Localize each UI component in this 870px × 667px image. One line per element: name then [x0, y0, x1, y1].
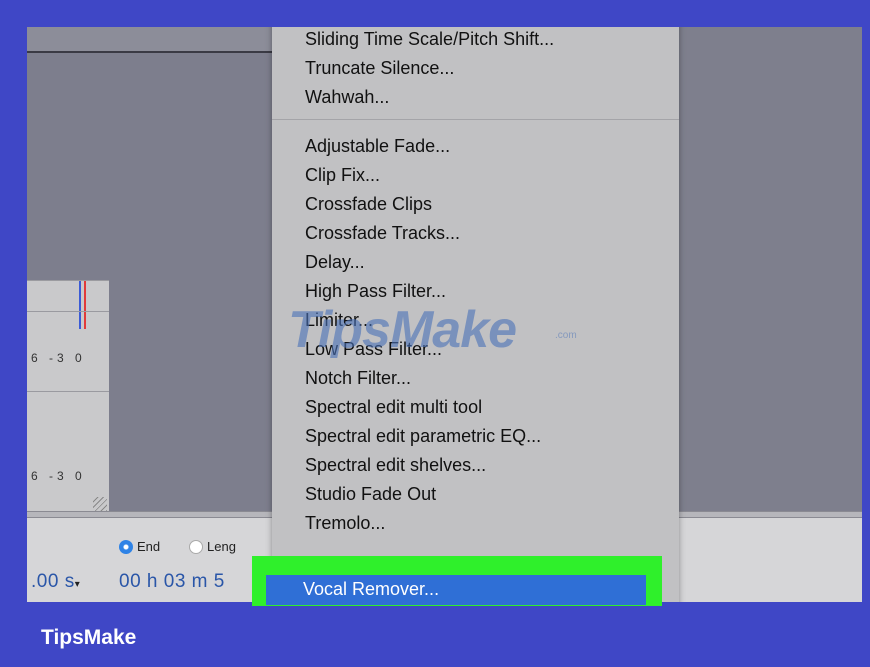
tipsmake-frame: 6 -3 0 6 -3 0 End Leng .00 s▾ 00 h 03 m … [0, 0, 870, 667]
menu-item-delay[interactable]: Delay... [305, 252, 365, 273]
vocal-remover-label: Vocal Remover... [303, 579, 440, 599]
menu-item-spectral-edit-shelves[interactable]: Spectral edit shelves... [305, 455, 486, 476]
menu-item-spectral-edit-multi-tool[interactable]: Spectral edit multi tool [305, 397, 482, 418]
length-radio-label: Leng [207, 539, 236, 554]
menu-item-truncate-silence[interactable]: Truncate Silence... [305, 58, 454, 79]
meter-scale-bottom: 6 -3 0 [31, 469, 86, 483]
meter-bar-red [84, 281, 86, 329]
end-radio[interactable]: End [119, 539, 160, 554]
menu-item-spectral-edit-parametric-eq[interactable]: Spectral edit parametric EQ... [305, 426, 541, 447]
end-radio-label: End [137, 539, 161, 554]
menu-item-vocal-remover[interactable]: Vocal Remover... [266, 575, 646, 605]
meter-scale-top: 6 -3 0 [31, 351, 86, 365]
watermark-suffix: .com [555, 330, 577, 341]
meter-bar-blue [79, 281, 81, 329]
menu-item-crossfade-clips[interactable]: Crossfade Clips [305, 194, 432, 215]
meter-divider [27, 311, 109, 312]
menu-item-crossfade-tracks[interactable]: Crossfade Tracks... [305, 223, 460, 244]
selection-start-time[interactable]: .00 s▾ [31, 571, 80, 593]
menu-separator [272, 119, 679, 120]
track-area [677, 27, 862, 512]
length-radio[interactable]: Leng [189, 539, 236, 554]
resize-grip-icon[interactable] [93, 497, 107, 511]
chevron-down-icon[interactable]: ▾ [75, 579, 81, 590]
menu-item-sliding-time-scale[interactable]: Sliding Time Scale/Pitch Shift... [305, 29, 554, 50]
meter-panel: 6 -3 0 6 -3 0 [27, 280, 109, 513]
radio-selected-icon [119, 539, 133, 554]
meter-divider [27, 391, 109, 392]
brand-label: TipsMake [41, 626, 137, 649]
menu-item-studio-fade-out[interactable]: Studio Fade Out [305, 484, 436, 505]
menu-item-adjustable-fade[interactable]: Adjustable Fade... [305, 136, 450, 157]
menu-item-clip-fix[interactable]: Clip Fix... [305, 165, 380, 186]
watermark: TipsMake [288, 301, 517, 359]
menu-item-notch-filter[interactable]: Notch Filter... [305, 368, 411, 389]
menu-item-high-pass-filter[interactable]: High Pass Filter... [305, 281, 446, 302]
menu-item-tremolo[interactable]: Tremolo... [305, 513, 385, 534]
radio-unselected-icon [189, 539, 203, 554]
selection-end-time[interactable]: 00 h 03 m 5 [119, 571, 225, 593]
menu-item-wahwah[interactable]: Wahwah... [305, 87, 389, 108]
